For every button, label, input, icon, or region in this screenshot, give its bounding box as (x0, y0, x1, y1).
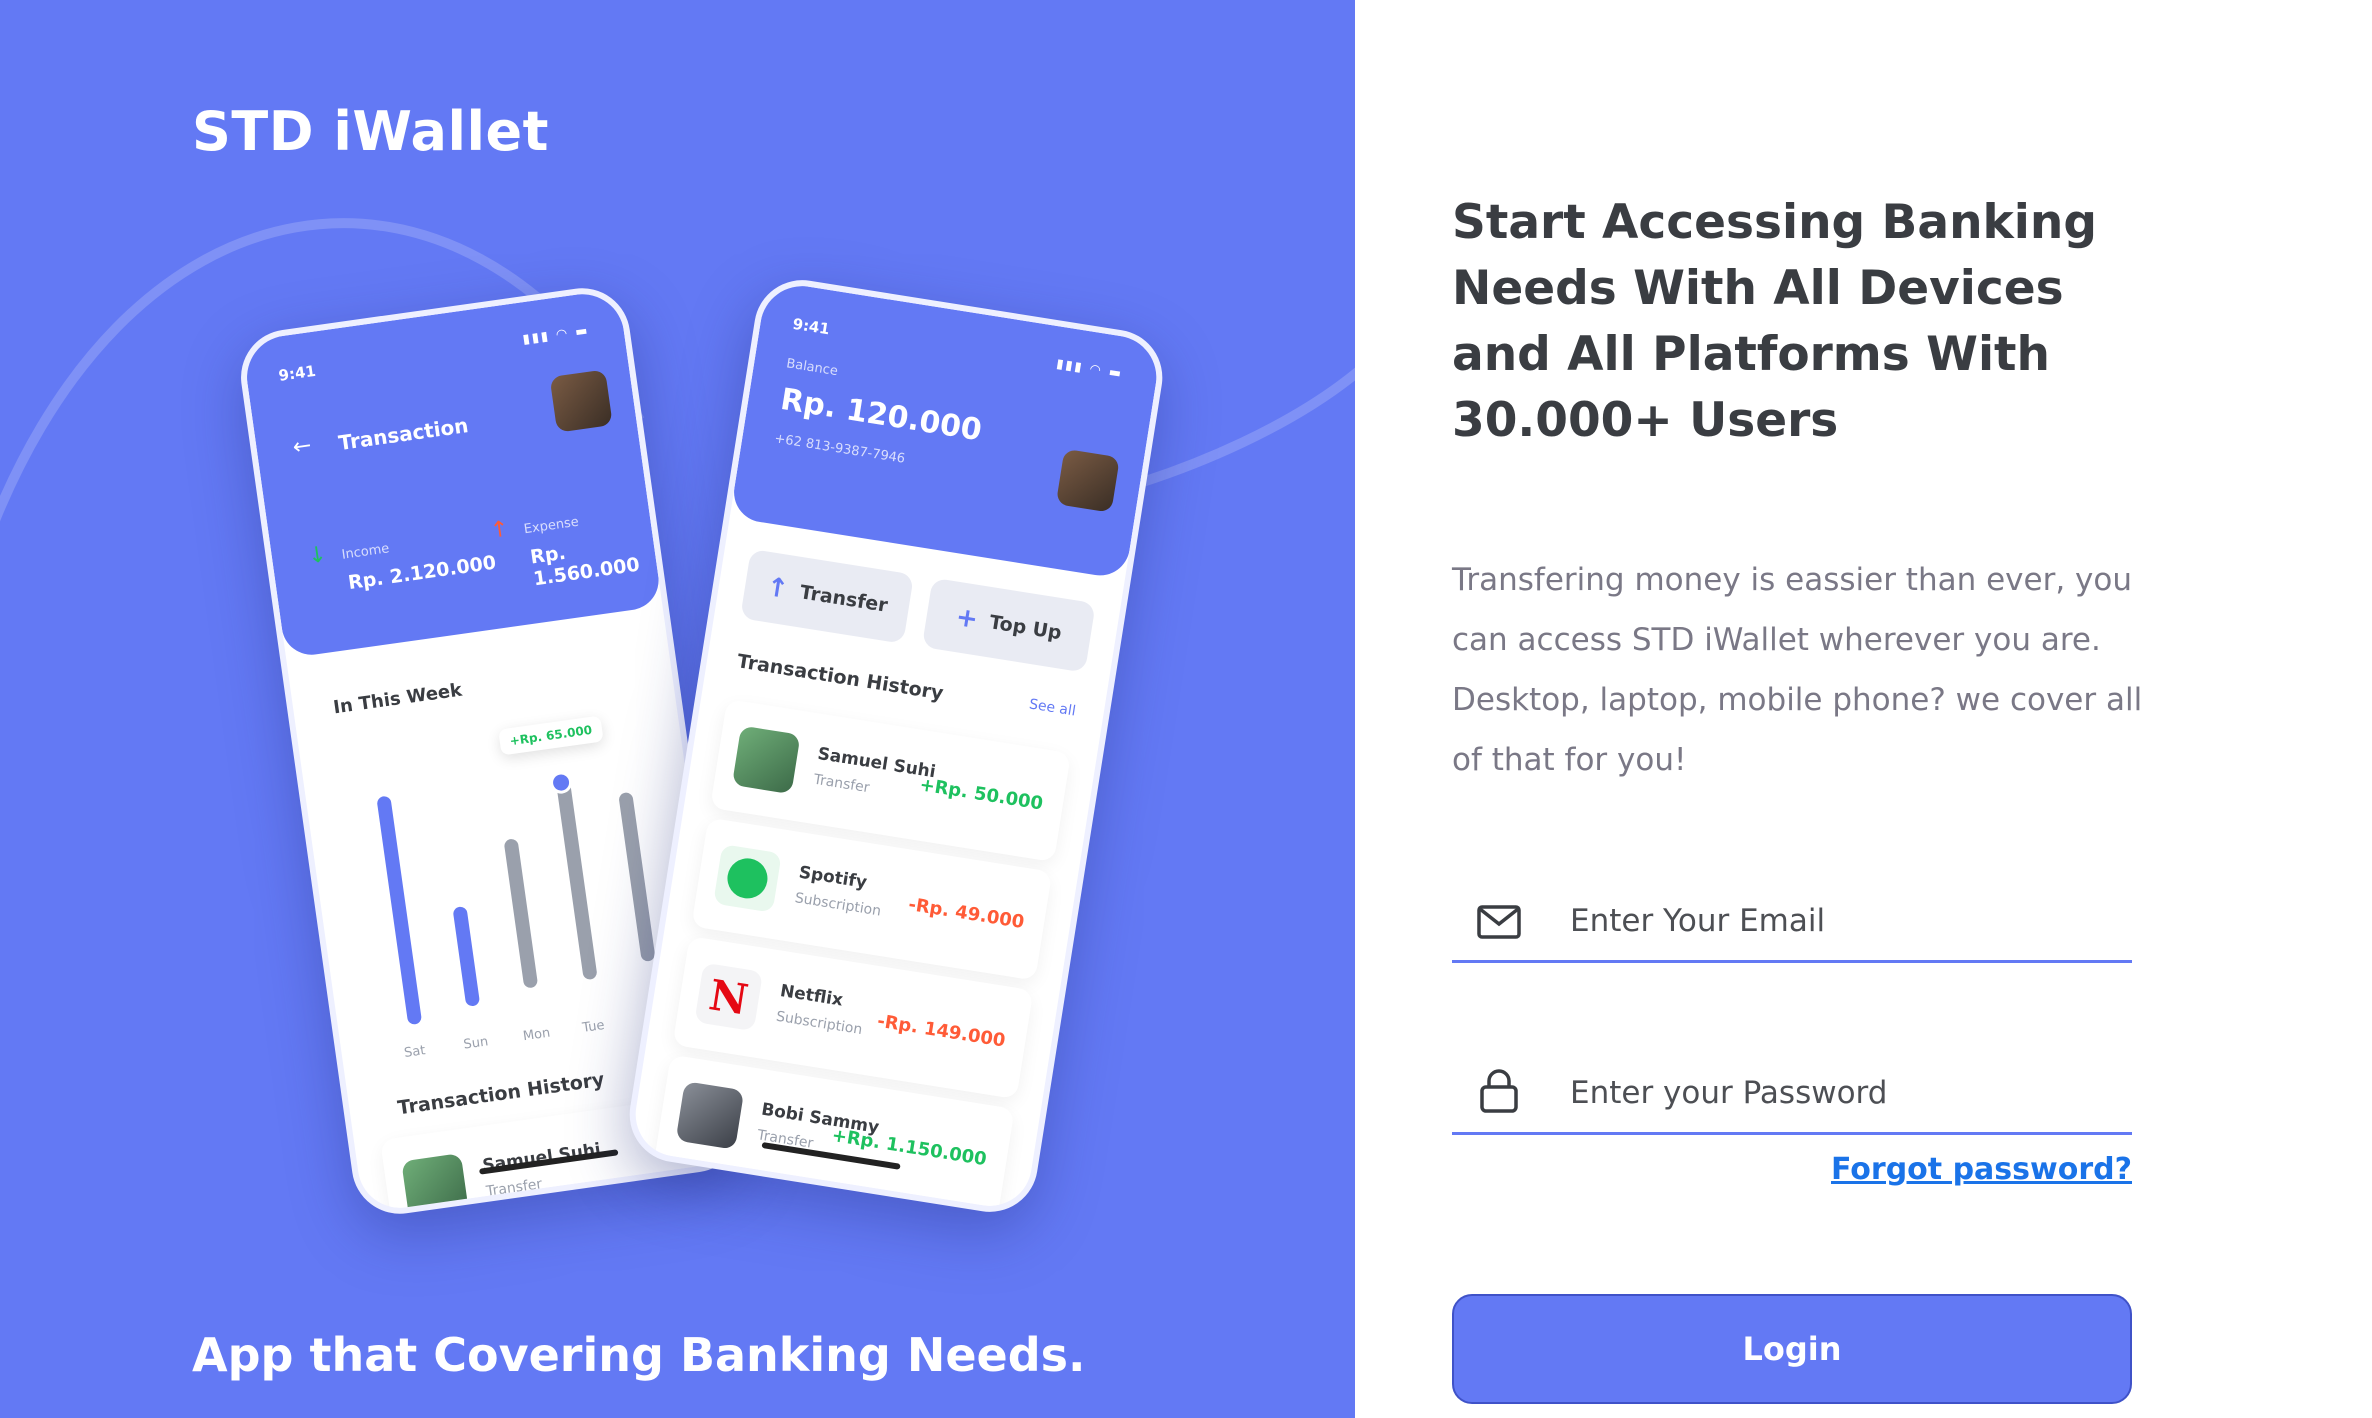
transaction-amount: -Rp. 49.000 (906, 894, 1026, 934)
lock-icon (1480, 1069, 1518, 1113)
page-description: Transfering money is eassier than ever, … (1452, 562, 2143, 778)
email-input[interactable] (1568, 890, 2112, 952)
day-label: Mon (522, 1025, 552, 1045)
transaction-amount: +Rp. 50.000 (918, 774, 1045, 815)
bar-wed (618, 791, 656, 963)
back-arrow-icon: ← (291, 433, 313, 461)
avatar (675, 1081, 745, 1150)
bar-tue (555, 780, 598, 981)
plus-icon: + (953, 602, 981, 636)
status-time: 9:41 (791, 314, 832, 339)
arrow-up-icon: ↑ (764, 571, 791, 606)
expense-amount: Rp. 1.560.000 (528, 541, 642, 591)
phone-number: +62 813-9387-7946 (773, 431, 907, 467)
transaction-header: 9:41 ▮▮▮ ◠ ▬ ← Transaction ↓ Income Rp. … (241, 288, 663, 659)
expense-stat: ↑ Expense Rp. 1.560.000 (489, 497, 658, 596)
transaction-type: Subscription (774, 1008, 864, 1039)
day-label: Sun (462, 1034, 490, 1053)
signal-icon: ▮▮▮ ◠ ▬ (1055, 356, 1125, 382)
income-label: Income (340, 541, 391, 563)
status-time: 9:41 (277, 361, 317, 385)
avatar (731, 725, 801, 795)
transaction-type: Subscription (793, 890, 883, 920)
bar-sat (376, 795, 423, 1026)
bar-mon (503, 838, 539, 989)
day-label: Sat (403, 1043, 427, 1061)
expense-arrow-icon: ↑ (488, 516, 511, 544)
transfer-button[interactable]: ↑ Transfer (740, 548, 915, 644)
spotify-icon (713, 844, 782, 913)
email-field (1452, 880, 2132, 963)
transfer-label: Transfer (798, 581, 890, 617)
bar-sun (452, 905, 481, 1007)
day-label: Tue (581, 1017, 606, 1036)
transaction-type: Transfer (812, 771, 871, 797)
history-title: Transaction History (735, 650, 945, 705)
app-logo-title: STD iWallet (192, 100, 549, 163)
mail-icon (1477, 905, 1521, 939)
week-label: In This Week (332, 679, 464, 719)
login-button[interactable]: Login (1452, 1294, 2132, 1404)
netflix-icon: N (694, 962, 764, 1032)
page-heading: Start Accessing Banking Needs With All D… (1452, 195, 2098, 448)
hero-tagline: App that Covering Banking Needs. (192, 1328, 1086, 1382)
avatar (549, 369, 613, 433)
forgot-password-link[interactable]: Forgot password? (1831, 1152, 2132, 1187)
history-title: Transaction History (396, 1068, 606, 1120)
hero-panel: STD iWallet 9:41 ▮▮▮ ◠ ▬ ← Transaction ↓… (0, 0, 1355, 1418)
transaction-name: Netflix (778, 981, 845, 1011)
password-input[interactable] (1568, 1062, 2112, 1124)
balance-label: Balance (785, 356, 839, 380)
transaction-title: Transaction (337, 413, 470, 456)
transaction-amount: +Rp. 1.150.000 (830, 1124, 989, 1171)
password-field (1452, 1052, 2132, 1135)
income-arrow-icon: ↓ (306, 542, 329, 570)
expense-label: Expense (523, 514, 580, 538)
transaction-amount: -Rp. 149.000 (875, 1010, 1007, 1052)
see-all-link[interactable]: See all (1028, 696, 1077, 719)
avatar (1055, 448, 1120, 513)
income-stat: ↓ Income Rp. 2.120.000 (306, 519, 497, 599)
transaction-name: Spotify (797, 862, 869, 893)
topup-button[interactable]: + Top Up (921, 577, 1096, 673)
chart-tooltip: +Rp. 65.000 (498, 715, 604, 756)
signal-icon: ▮▮▮ ◠ ▬ (521, 323, 591, 348)
topup-label: Top Up (987, 611, 1064, 645)
